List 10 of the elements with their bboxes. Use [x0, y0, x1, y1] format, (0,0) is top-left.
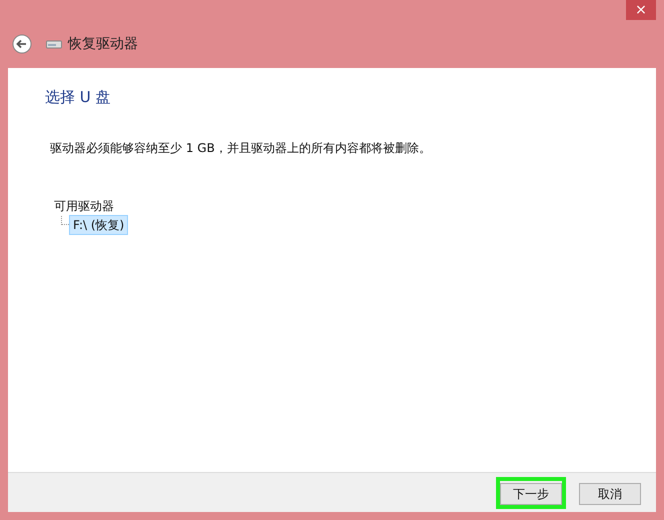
- drive-icon: [46, 39, 62, 49]
- window-title: 恢复驱动器: [68, 34, 138, 54]
- drive-item[interactable]: F:\ (恢复): [69, 214, 128, 234]
- tree-label: 可用驱动器: [54, 198, 115, 214]
- dialog-button[interactable]: 取消: [579, 482, 641, 504]
- page-heading: 选择 U 盘: [45, 87, 112, 108]
- close-button[interactable]: ×: [626, 0, 656, 20]
- description-text: 驱动器必须能够容纳至少 1 GB，并且驱动器上的所有内容都将被删除。: [50, 140, 432, 156]
- dialog-button[interactable]: 下一步: [500, 482, 562, 504]
- back-icon[interactable]: [12, 34, 32, 54]
